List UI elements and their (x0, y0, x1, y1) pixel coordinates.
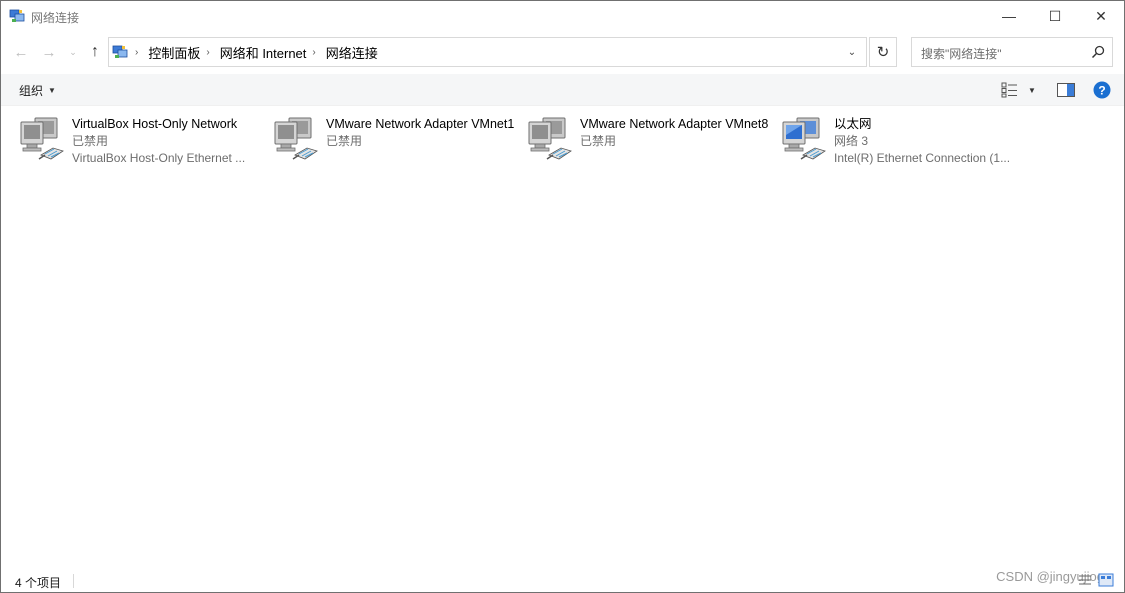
address-row: ← → ⌄ ↑ › 控制面板 › 网络和 Internet › 网络连接 ⌄ ↻… (1, 32, 1124, 72)
breadcrumb-network-internet[interactable]: 网络和 Internet (220, 43, 307, 62)
breadcrumb-separator-icon[interactable]: › (312, 47, 315, 58)
status-bar: 4 个项目 CSDN @jingyujiog (1, 567, 1124, 592)
details-view-icon[interactable] (1078, 573, 1092, 587)
recent-locations-button[interactable]: ⌄ (63, 41, 83, 63)
minimize-button[interactable]: — (986, 1, 1032, 31)
view-options-icon (1001, 82, 1017, 98)
preview-pane-button[interactable] (1057, 80, 1075, 100)
chevron-down-icon: ⌄ (847, 46, 857, 58)
forward-arrow-icon: → (41, 43, 57, 61)
status-divider (73, 574, 74, 588)
connection-item-vmnet8[interactable]: VMware Network Adapter VMnet8 已禁用 (527, 113, 777, 177)
connection-name: 以太网 (834, 117, 872, 131)
network-adapter-connected-icon (782, 117, 826, 160)
connection-status: 已禁用 (326, 134, 363, 148)
organize-label: 组织 (19, 83, 44, 98)
connection-name: VMware Network Adapter VMnet8 (580, 117, 769, 131)
connection-name: VMware Network Adapter VMnet1 (326, 117, 515, 131)
breadcrumb: › 控制面板 › 网络和 Internet › 网络连接 (133, 38, 378, 66)
search-input[interactable]: 搜索"网络连接" (911, 37, 1113, 67)
connection-status: 已禁用 (580, 134, 617, 148)
title-bar[interactable]: 网络连接 — ☐ ✕ (1, 1, 1124, 32)
forward-button[interactable]: → (39, 41, 59, 63)
breadcrumb-control-panel[interactable]: 控制面板 (148, 43, 200, 62)
connection-device: VirtualBox Host-Only Ethernet ... (72, 151, 246, 165)
connections-list: VirtualBox Host-Only Network 已禁用 Virtual… (1, 107, 1124, 567)
network-adapter-disabled-icon (274, 117, 318, 160)
address-history-button[interactable]: ⌄ (838, 38, 866, 66)
close-button[interactable]: ✕ (1078, 1, 1124, 31)
command-bar: 组织 ▼ ▼ ? (1, 74, 1124, 106)
caret-down-icon: ▼ (1028, 85, 1036, 95)
search-icon (1091, 45, 1105, 59)
refresh-button[interactable]: ↻ (869, 37, 897, 67)
up-button[interactable]: ↑ (85, 41, 105, 63)
breadcrumb-network-connections[interactable]: 网络连接 (326, 43, 378, 62)
network-connections-icon (112, 45, 128, 58)
connection-status: 已禁用 (72, 134, 109, 148)
connection-device: Intel(R) Ethernet Connection (1... (834, 151, 1011, 165)
connection-item-vmnet1[interactable]: VMware Network Adapter VMnet1 已禁用 (273, 113, 523, 177)
view-dropdown-button[interactable]: ▼ (1028, 80, 1036, 100)
search-placeholder: 搜索"网络连接" (921, 47, 1002, 61)
back-button[interactable]: ← (11, 41, 31, 63)
breadcrumb-separator-icon[interactable]: › (135, 47, 138, 58)
help-icon: ? (1093, 81, 1111, 99)
connection-item-ethernet[interactable]: 以太网 网络 3 Intel(R) Ethernet Connection (1… (781, 113, 1031, 177)
caret-down-icon: ▼ (48, 85, 56, 95)
network-adapter-disabled-icon (20, 117, 64, 160)
svg-text:?: ? (1098, 84, 1105, 98)
preview-pane-icon (1057, 83, 1075, 97)
network-connections-icon (9, 9, 25, 22)
up-arrow-icon: ↑ (91, 43, 99, 60)
chevron-down-icon: ⌄ (69, 46, 77, 57)
network-adapter-disabled-icon (528, 117, 572, 160)
address-bar[interactable]: › 控制面板 › 网络和 Internet › 网络连接 ⌄ (108, 37, 867, 67)
minimize-icon: — (1002, 8, 1016, 24)
window-title: 网络连接 (31, 11, 80, 25)
network-connections-window: 网络连接 — ☐ ✕ ← → ⌄ ↑ › 控制面板 › 网络和 Internet… (0, 0, 1125, 593)
back-arrow-icon: ← (13, 43, 29, 61)
organize-button[interactable]: 组织 ▼ (11, 78, 64, 102)
refresh-icon: ↻ (876, 44, 890, 61)
close-icon: ✕ (1095, 7, 1107, 24)
maximize-icon: ☐ (1048, 7, 1062, 24)
help-button[interactable]: ? (1093, 80, 1111, 100)
maximize-button[interactable]: ☐ (1032, 1, 1078, 31)
breadcrumb-separator-icon[interactable]: › (206, 47, 209, 58)
connection-name: VirtualBox Host-Only Network (72, 117, 238, 131)
large-icons-view-icon[interactable] (1098, 572, 1114, 588)
change-view-button[interactable] (1001, 80, 1019, 100)
connection-item-virtualbox[interactable]: VirtualBox Host-Only Network 已禁用 Virtual… (19, 113, 269, 177)
connection-status: 网络 3 (834, 134, 869, 148)
item-count: 4 个项目 (15, 576, 62, 590)
